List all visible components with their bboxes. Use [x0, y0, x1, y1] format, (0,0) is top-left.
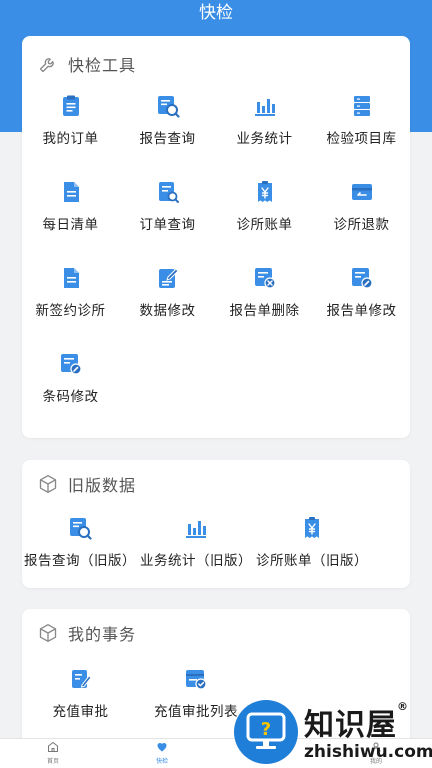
menu-item-report-edit[interactable]: 报告单修改	[313, 266, 410, 319]
menu-item-barcode-edit[interactable]: 条码修改	[22, 352, 119, 405]
menu-item-label: 每日清单	[42, 217, 99, 233]
menu-item-label: 报告单删除	[229, 303, 300, 319]
report-search-icon	[157, 96, 180, 118]
report-search-icon	[70, 518, 92, 540]
watermark-brand: 知识屋®	[304, 700, 409, 743]
section-title: 旧版数据	[68, 476, 137, 495]
monitor-question-icon: ?	[246, 712, 286, 749]
menu-item-report-delete[interactable]: 报告单删除	[216, 266, 313, 319]
cube-icon	[39, 475, 57, 493]
approval-list-icon	[186, 670, 207, 690]
section-title: 快检工具	[68, 56, 137, 75]
menu-item-label: 我的订单	[42, 131, 99, 147]
section-title: 我的事务	[68, 625, 137, 644]
section-quick-tools: 快检工具 我的订单 报告查询 业务统计 检验项目库 每日清单 订单查询 诊所账单…	[22, 36, 410, 438]
menu-item-label: 新签约诊所	[35, 303, 106, 319]
approval-icon	[71, 670, 92, 688]
menu-item-label: 数据修改	[139, 303, 196, 319]
wrench-icon	[39, 58, 54, 73]
menu-item-label: 检验项目库	[326, 131, 397, 147]
section-legacy-data: 旧版数据 报告查询（旧版） 业务统计（旧版） 诊所账单（旧版）	[22, 460, 410, 588]
watermark: ? 知识屋® zhishiwu.com	[232, 698, 432, 768]
menu-item-label: 诊所账单（旧版）	[256, 553, 368, 569]
page-title: 快检	[199, 3, 233, 23]
heart-icon	[157, 743, 167, 752]
menu-item-order-query[interactable]: 订单查询	[119, 180, 216, 233]
watermark-logo: ?	[234, 700, 298, 764]
tab-label: 快检	[155, 758, 168, 765]
tab-label: 首页	[46, 758, 59, 765]
menu-item-report-query[interactable]: 报告查询	[119, 94, 216, 147]
menu-item-business-stats[interactable]: 业务统计	[216, 94, 313, 147]
barcode-edit-icon	[60, 354, 82, 375]
watermark-url: zhishiwu.com	[304, 742, 432, 762]
menu-item-clinic-bill-legacy[interactable]: 诊所账单（旧版）	[254, 516, 370, 569]
menu-item-my-orders[interactable]: 我的订单	[22, 94, 119, 147]
document-icon	[63, 182, 79, 202]
menu-item-label: 充值审批	[52, 704, 109, 720]
database-icon	[353, 96, 370, 116]
section-header: 旧版数据	[38, 472, 136, 496]
section-header: 我的事务	[38, 621, 136, 645]
tab-home[interactable]: 首页	[33, 741, 73, 765]
menu-item-clinic-bill[interactable]: 诊所账单	[216, 180, 313, 233]
edit-document-icon	[158, 268, 179, 288]
menu-item-label: 订单查询	[139, 217, 196, 233]
home-icon	[48, 741, 58, 752]
order-search-icon	[158, 182, 179, 203]
cube-icon	[39, 624, 57, 642]
menu-item-clinic-refund[interactable]: 诊所退款	[313, 180, 410, 233]
menu-item-label: 报告查询（旧版）	[24, 553, 136, 569]
menu-item-report-query-legacy[interactable]: 报告查询（旧版）	[22, 516, 138, 569]
menu-item-new-clinic[interactable]: 新签约诊所	[22, 266, 119, 319]
menu-item-label: 业务统计	[236, 131, 293, 147]
menu-item-label: 业务统计（旧版）	[140, 553, 252, 569]
menu-item-test-library[interactable]: 检验项目库	[313, 94, 410, 147]
menu-item-recharge-approval[interactable]: 充值审批	[32, 667, 129, 720]
menu-item-label: 报告单修改	[326, 303, 397, 319]
yuan-bill-icon	[257, 181, 272, 202]
menu-item-data-edit[interactable]: 数据修改	[119, 266, 216, 319]
report-delete-icon	[254, 268, 276, 289]
svg-text:?: ?	[261, 719, 271, 740]
yuan-bill-icon	[305, 517, 319, 538]
menu-item-label: 诊所账单	[236, 217, 293, 233]
menu-item-daily-list[interactable]: 每日清单	[22, 180, 119, 233]
refund-card-icon	[351, 184, 372, 200]
menu-item-label: 诊所退款	[333, 217, 390, 233]
tab-quick-check[interactable]: 快检	[142, 741, 182, 765]
bar-chart-icon	[186, 521, 206, 538]
document-icon	[63, 268, 79, 288]
menu-item-label: 条码修改	[42, 389, 99, 405]
report-edit-icon	[351, 268, 373, 289]
bar-chart-icon	[254, 99, 275, 116]
section-header: 快检工具	[38, 52, 136, 76]
menu-item-business-stats-legacy[interactable]: 业务统计（旧版）	[138, 516, 254, 569]
menu-item-label: 报告查询	[139, 131, 196, 147]
clipboard-icon	[62, 95, 79, 116]
